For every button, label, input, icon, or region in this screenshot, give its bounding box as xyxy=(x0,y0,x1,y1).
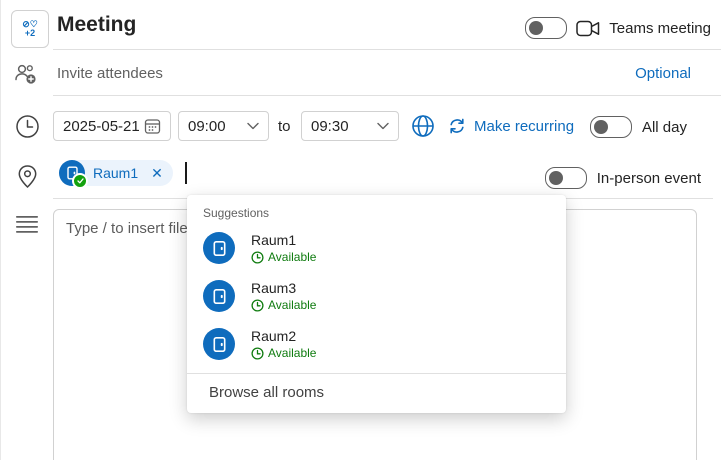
availability-clock-icon xyxy=(251,299,264,312)
text-lines-icon xyxy=(15,215,39,235)
toggle-knob xyxy=(529,21,543,35)
selected-room-name: Raum1 xyxy=(93,165,138,181)
availability-clock-icon xyxy=(251,347,264,360)
timezone-globe-icon[interactable] xyxy=(411,114,435,138)
selected-room-chip[interactable]: Raum1 ✕ xyxy=(59,160,173,186)
meeting-options-button[interactable]: ⊘♡ +2 xyxy=(11,10,49,48)
room-suggestions-panel: Suggestions Raum1 Available xyxy=(187,195,566,413)
chevron-down-icon xyxy=(377,122,389,130)
room-suggestion-item[interactable]: Raum1 Available xyxy=(187,224,566,272)
location-pin-icon xyxy=(16,164,39,189)
room-status: Available xyxy=(251,298,316,312)
room-status: Available xyxy=(251,346,316,360)
suggestions-header: Suggestions xyxy=(187,195,566,224)
divider xyxy=(53,49,721,50)
room-name: Raum2 xyxy=(251,328,316,345)
teams-meeting-label: Teams meeting xyxy=(609,20,711,37)
end-time-value: 09:30 xyxy=(311,118,377,135)
room-avatar xyxy=(59,160,85,186)
start-time-field[interactable]: 09:00 xyxy=(178,111,269,141)
remove-room-button[interactable]: ✕ xyxy=(145,165,169,182)
browse-all-rooms-button[interactable]: Browse all rooms xyxy=(187,374,566,413)
people-add-icon xyxy=(14,63,39,86)
calendar-icon xyxy=(144,118,161,135)
all-day-label: All day xyxy=(642,119,687,136)
availability-check-badge-icon xyxy=(72,173,88,189)
availability-label: Available xyxy=(268,346,316,360)
date-picker-field[interactable]: 2025-05-21 xyxy=(53,111,171,141)
in-person-event-label: In-person event xyxy=(597,170,701,187)
room-status: Available xyxy=(251,250,316,264)
video-camera-icon xyxy=(576,20,600,37)
make-recurring-label: Make recurring xyxy=(474,118,574,135)
clock-icon xyxy=(15,114,40,139)
room-name: Raum3 xyxy=(251,280,316,297)
repeat-icon xyxy=(447,116,467,136)
toggle-knob xyxy=(594,120,608,134)
divider xyxy=(53,95,721,96)
room-name: Raum1 xyxy=(251,232,316,249)
start-time-value: 09:00 xyxy=(188,118,247,135)
room-avatar xyxy=(203,328,235,360)
toggle-knob xyxy=(549,171,563,185)
chevron-down-icon xyxy=(247,122,259,130)
room-avatar xyxy=(203,280,235,312)
end-time-field[interactable]: 09:30 xyxy=(301,111,399,141)
availability-label: Available xyxy=(268,298,316,312)
invite-attendees-input[interactable]: Invite attendees xyxy=(57,65,163,82)
availability-label: Available xyxy=(268,250,316,264)
availability-clock-icon xyxy=(251,251,264,264)
in-person-group: In-person event xyxy=(545,167,701,189)
room-suggestion-item[interactable]: Raum3 Available xyxy=(187,272,566,320)
text-cursor xyxy=(185,162,187,184)
optional-attendees-link[interactable]: Optional xyxy=(635,65,691,82)
page-title: Meeting xyxy=(57,13,136,37)
all-day-toggle[interactable] xyxy=(590,116,632,138)
to-label: to xyxy=(278,118,291,135)
meeting-compose-window: ⊘♡ +2 Meeting Teams meeting Invite atten… xyxy=(0,0,728,460)
teams-meeting-toggle[interactable] xyxy=(525,17,567,39)
room-avatar xyxy=(203,232,235,264)
make-recurring-button[interactable]: Make recurring xyxy=(447,116,574,136)
room-suggestion-item[interactable]: Raum2 Available xyxy=(187,320,566,368)
in-person-event-toggle[interactable] xyxy=(545,167,587,189)
meeting-options-icon: ⊘♡ +2 xyxy=(22,20,38,38)
all-day-group: All day xyxy=(590,116,687,138)
date-value: 2025-05-21 xyxy=(63,118,144,135)
teams-meeting-group: Teams meeting xyxy=(525,17,711,39)
